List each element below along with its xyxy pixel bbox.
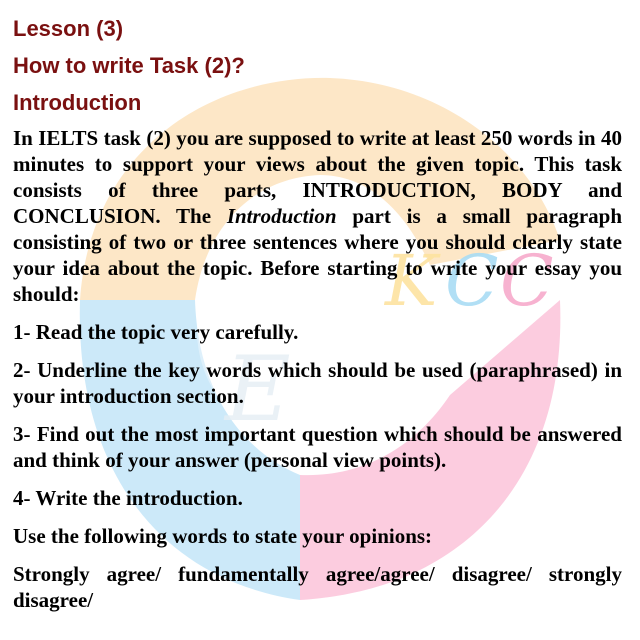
lesson-content: Lesson (3) How to write Task (2)? Introd… [13, 10, 622, 613]
intro-italic-term: Introduction [226, 204, 337, 228]
task-title: How to write Task (2)? [13, 53, 245, 78]
step-1: 1- Read the topic very carefully. [13, 320, 299, 344]
step-2: 2- Underline the key words which should … [13, 358, 622, 408]
step-3: 3- Find out the most important question … [13, 422, 622, 472]
lesson-title: Lesson (3) [13, 16, 124, 41]
opinions-intro: Use the following words to state your op… [13, 524, 433, 548]
intro-paragraph: In IELTS task (2) you are supposed to wr… [13, 125, 622, 307]
opinions-list: Strongly agree/ fundamentally agree/agre… [13, 562, 622, 612]
section-title: Introduction [13, 90, 142, 115]
step-4: 4- Write the introduction. [13, 486, 243, 510]
document-page: E K C C Lesson (3) How to write Task (2)… [0, 0, 640, 640]
